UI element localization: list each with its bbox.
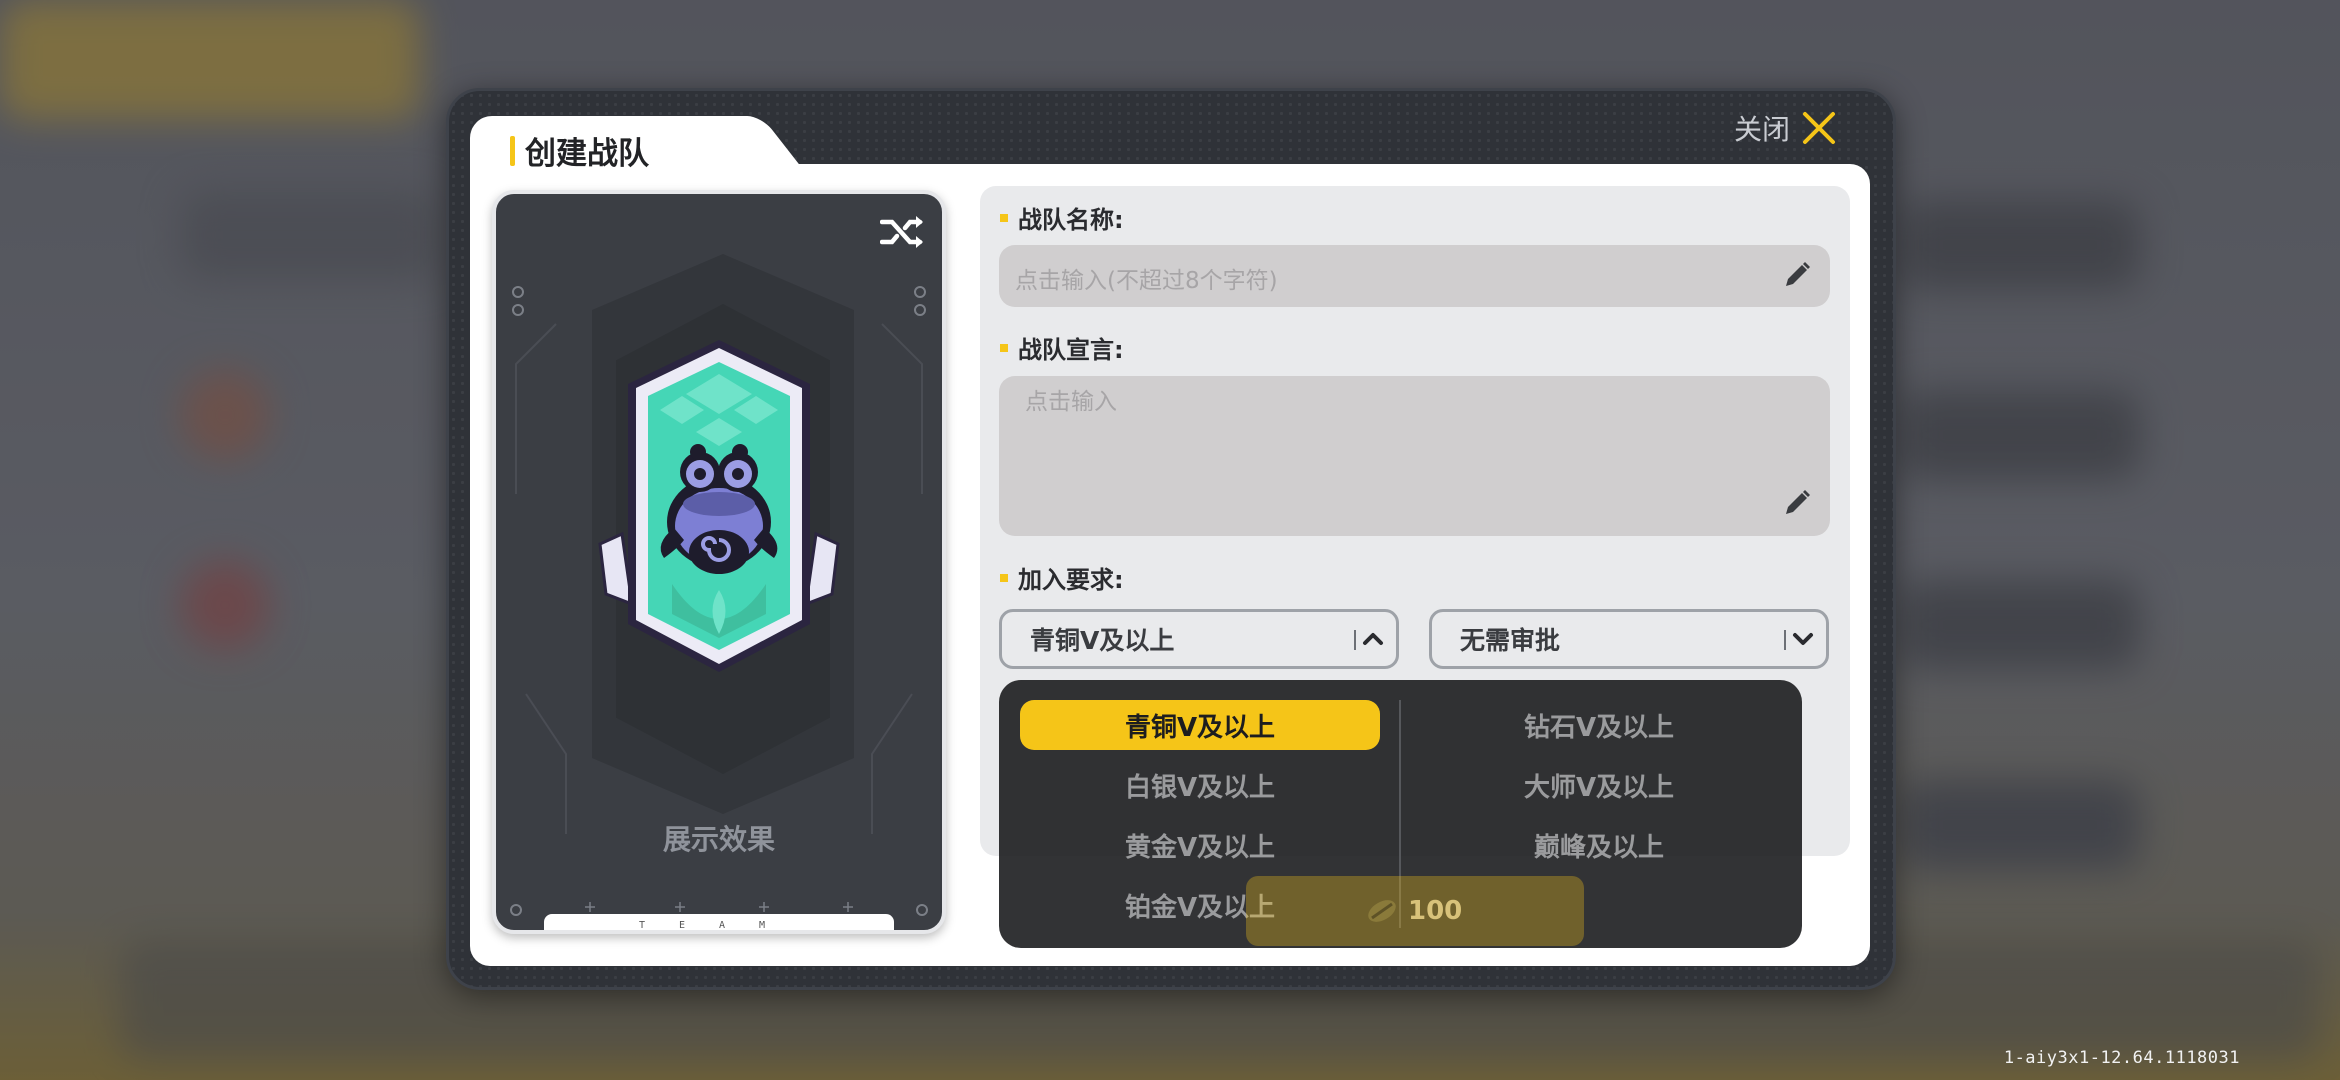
- dialog-title: 创建战队: [510, 128, 649, 173]
- build-id-text: 1-aiy3x1-12.64.1118031: [2003, 1048, 2240, 1068]
- rank-option-label: 巅峰及以上: [1533, 832, 1664, 863]
- declaration-placeholder: 点击输入: [1025, 389, 1117, 415]
- rank-requirement-select[interactable]: 青铜V及以上: [999, 609, 1399, 669]
- rank-option-peak[interactable]: 巅峰及以上: [1419, 820, 1779, 870]
- card-plus-marks: [585, 902, 853, 912]
- card-dots-right: [914, 286, 926, 316]
- rank-option-label: 黄金V及以上: [1124, 832, 1276, 863]
- title-accent-bar: [510, 135, 515, 166]
- select-separator: [1784, 630, 1786, 650]
- preview-label: 展示效果: [662, 823, 775, 856]
- rank-option-label: 钻石V及以上: [1523, 712, 1675, 743]
- rank-option-silver[interactable]: 白银V及以上: [1020, 760, 1380, 810]
- close-label: 关闭: [1734, 113, 1791, 146]
- close-button[interactable]: 关闭: [1734, 108, 1836, 148]
- rank-option-master[interactable]: 大师V及以上: [1419, 760, 1779, 810]
- rank-option-label: 大师V及以上: [1523, 772, 1675, 803]
- frog-emblem-icon: [598, 340, 840, 672]
- chevron-down-icon: [1793, 633, 1813, 645]
- card-dots-left: [512, 286, 524, 316]
- rank-select-value: 青铜V及以上: [1030, 626, 1175, 655]
- team-name-placeholder: 点击输入(不超过8个字符): [1015, 268, 1278, 294]
- declaration-label: 战队宣言:: [1000, 330, 1124, 365]
- pencil-icon[interactable]: [1782, 488, 1812, 518]
- create-cost-button[interactable]: 100: [1246, 876, 1584, 946]
- rank-option-bronze[interactable]: 青铜V及以上: [1020, 700, 1380, 750]
- card-corner-dot: [510, 904, 522, 916]
- card-footer-text: TEAM: [638, 920, 800, 931]
- rank-option-label: 白银V及以上: [1124, 772, 1276, 803]
- label-marker: [1000, 573, 1008, 582]
- declaration-label-text: 战队宣言:: [1018, 336, 1124, 364]
- card-footer-plate: TEAM: [544, 914, 894, 930]
- team-name-label-text: 战队名称:: [1018, 206, 1124, 234]
- team-name-input[interactable]: 点击输入(不超过8个字符): [999, 245, 1830, 307]
- join-requirement-label: 加入要求:: [1000, 560, 1124, 595]
- join-requirement-label-text: 加入要求:: [1018, 566, 1124, 594]
- shuffle-icon[interactable]: [880, 212, 926, 252]
- approval-select[interactable]: 无需审批: [1429, 609, 1829, 669]
- rank-option-label: 青铜V及以上: [1124, 712, 1276, 743]
- close-icon: [1803, 112, 1836, 144]
- rank-option-gold[interactable]: 黄金V及以上: [1020, 820, 1380, 870]
- team-name-label: 战队名称:: [1000, 200, 1124, 235]
- label-marker: [1000, 343, 1008, 352]
- declaration-input[interactable]: 点击输入: [999, 376, 1830, 536]
- select-separator: [1354, 630, 1356, 650]
- dialog-title-text: 创建战队: [525, 136, 649, 172]
- approval-select-value: 无需审批: [1460, 626, 1561, 655]
- card-corner-dot: [916, 904, 928, 916]
- pencil-icon[interactable]: [1782, 260, 1812, 290]
- chevron-up-icon: [1363, 633, 1383, 645]
- rank-option-diamond[interactable]: 钻石V及以上: [1419, 700, 1779, 750]
- preview-card: 展示效果 TEAM: [492, 190, 946, 934]
- label-marker: [1000, 213, 1008, 222]
- cost-amount: 100: [1408, 896, 1463, 926]
- currency-icon: [1368, 900, 1396, 922]
